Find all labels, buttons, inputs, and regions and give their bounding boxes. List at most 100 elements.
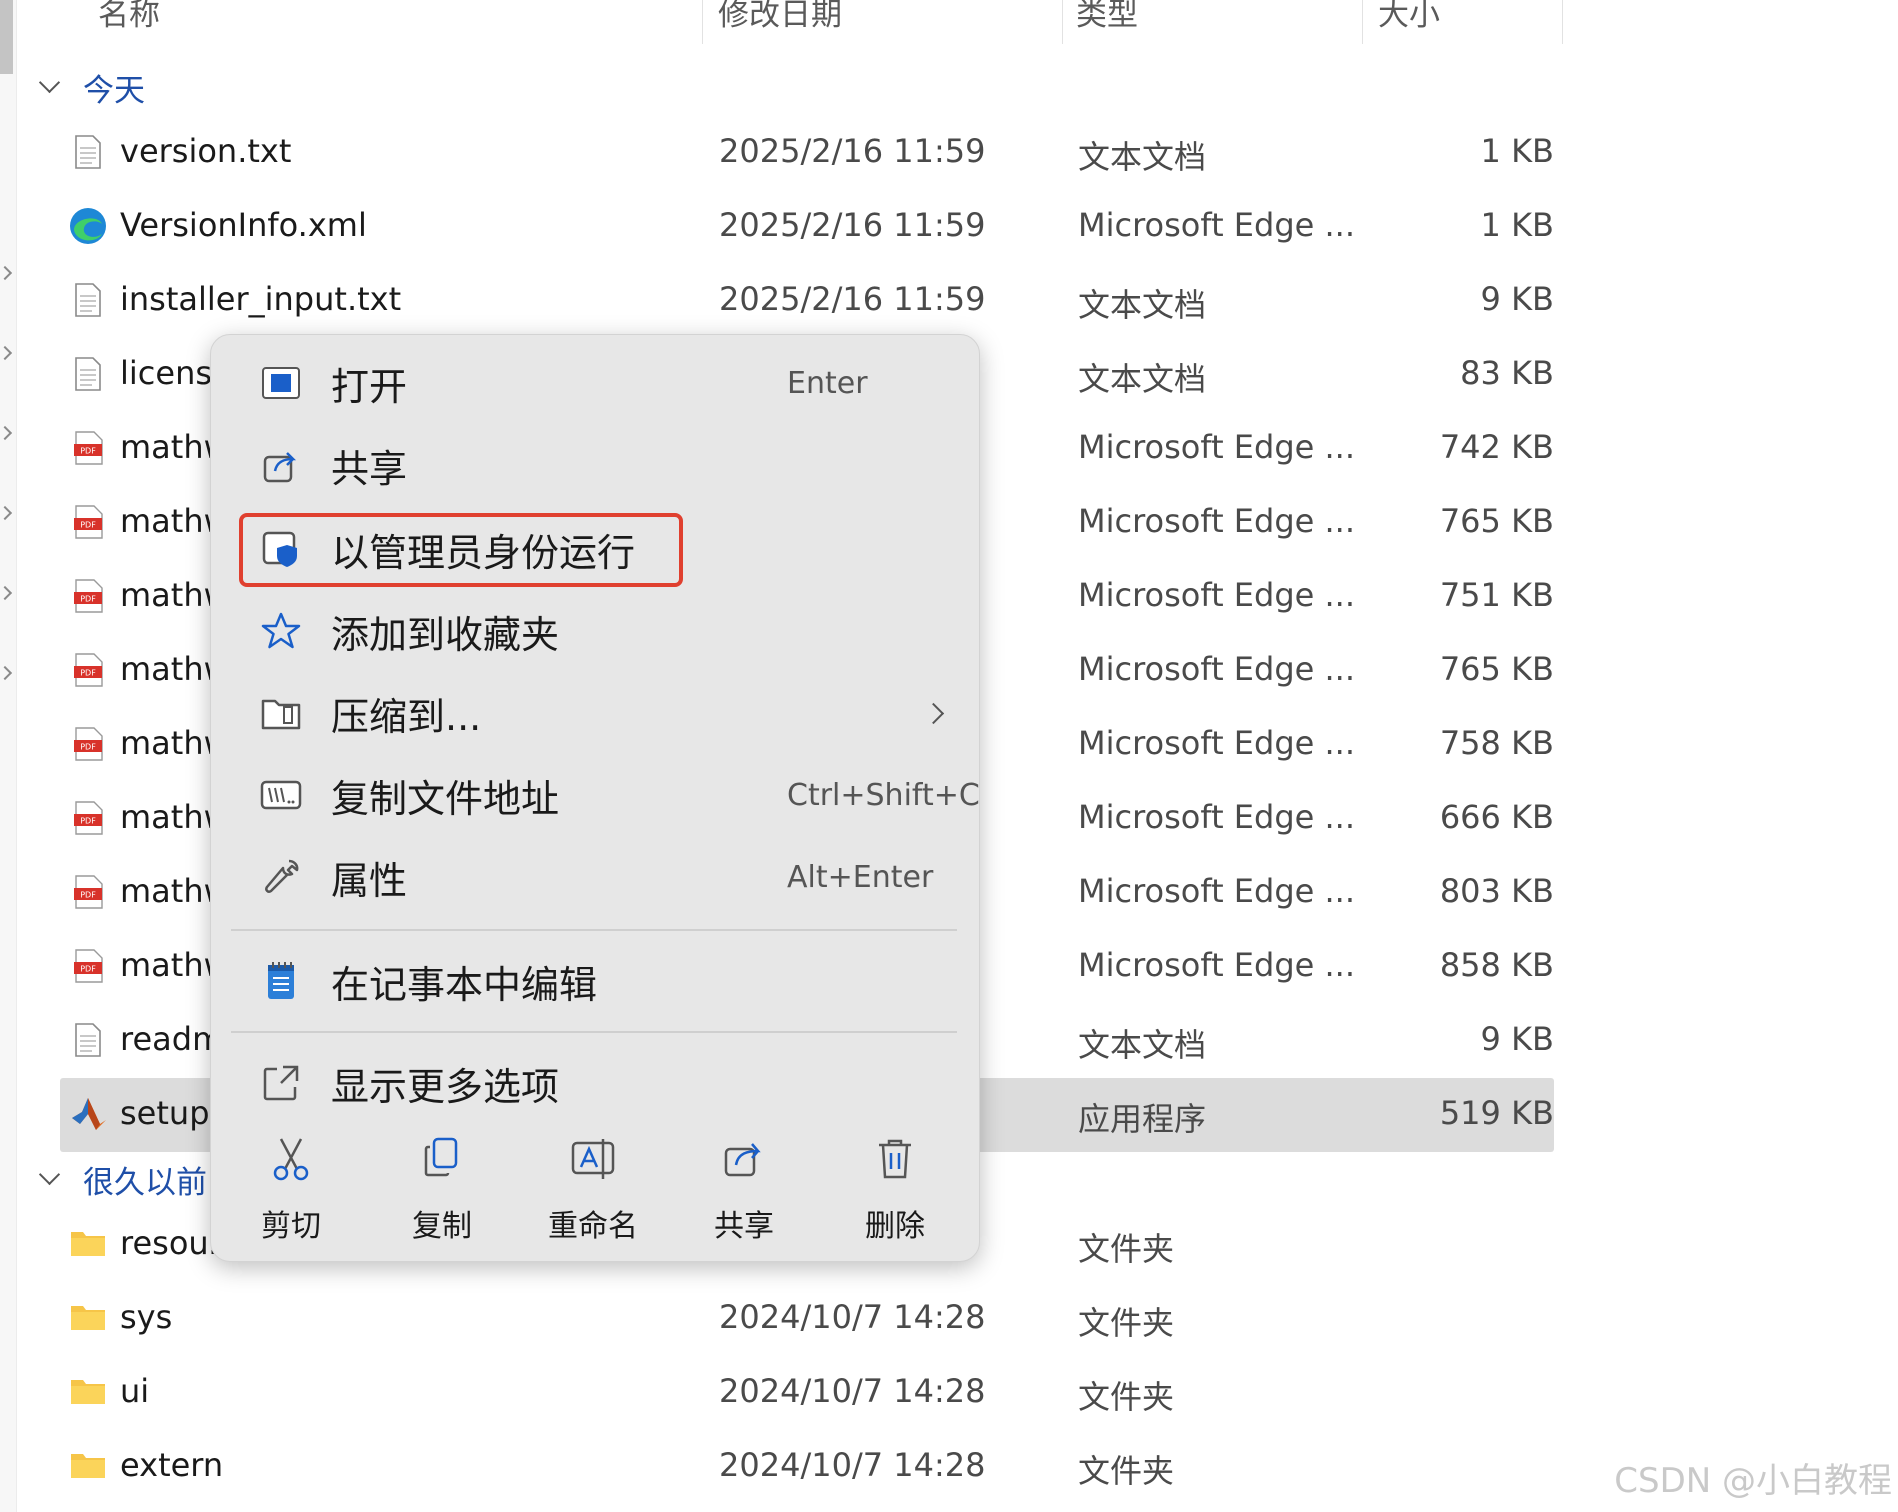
file-name: ui (120, 1372, 150, 1410)
group-header-long-ago[interactable]: 很久以前 (38, 1154, 207, 1204)
column-header-type[interactable]: 类型 (1076, 0, 1138, 44)
pdf-icon: PDF (74, 800, 103, 836)
nav-expand-icon[interactable] (0, 345, 13, 361)
file-date: 2024/10/7 14:28 (719, 1446, 986, 1484)
menu-item-show-more-options[interactable]: 显示更多选项 (227, 1049, 963, 1117)
action-cut-button[interactable]: 剪切 (231, 1135, 351, 1245)
pdf-icon: PDF (74, 652, 103, 688)
svg-text:PDF: PDF (80, 743, 96, 752)
file-name: sys (120, 1298, 173, 1336)
chevron-down-icon (38, 71, 61, 93)
menu-item-label: 打开 (331, 364, 408, 409)
matlab-icon (68, 1094, 106, 1130)
open-app-icon (259, 361, 303, 405)
pdf-icon: PDF (74, 430, 103, 466)
action-label: 复制 (412, 1209, 472, 1244)
menu-item-label: 复制文件地址 (331, 776, 560, 821)
menu-item-compress-to[interactable]: 压缩到... (227, 679, 963, 747)
context-menu: 打开 Enter 共享 以管理员身份运行 添加到收藏夹 压缩到... 复制文件地… (210, 334, 980, 1262)
action-rename-button[interactable]: 重命名 (533, 1135, 653, 1245)
text-file-icon (74, 1022, 102, 1058)
column-divider[interactable] (1062, 0, 1063, 44)
copy-icon (418, 1135, 466, 1183)
file-size: 758 KB (1439, 724, 1554, 762)
file-name: setup. (120, 1094, 220, 1132)
folder-icon (70, 1376, 105, 1412)
run-as-admin-shield-icon (259, 527, 303, 571)
pdf-icon: PDF (74, 578, 103, 614)
menu-item-shortcut: Ctrl+Shift+C (787, 777, 980, 813)
action-delete-button[interactable]: 删除 (835, 1135, 955, 1245)
file-size: 9 KB (1480, 280, 1554, 318)
nav-expand-icon[interactable] (0, 585, 13, 601)
file-type: 文本文档 (1078, 1026, 1207, 1064)
action-share-button[interactable]: 共享 (684, 1135, 804, 1245)
menu-item-label: 共享 (331, 446, 408, 491)
menu-item-run-as-admin[interactable]: 以管理员身份运行 (227, 515, 963, 583)
menu-item-share[interactable]: 共享 (227, 431, 963, 499)
nav-expand-icon[interactable] (0, 425, 13, 441)
folder-icon (70, 1228, 105, 1264)
share-icon (259, 443, 303, 487)
file-size: 9 KB (1480, 1020, 1554, 1058)
menu-item-label: 属性 (331, 858, 408, 903)
file-size: 519 KB (1439, 1094, 1554, 1132)
file-name: readm (120, 1020, 224, 1058)
action-label: 共享 (714, 1209, 774, 1244)
svg-text:PDF: PDF (80, 595, 96, 604)
chevron-down-icon (38, 1163, 61, 1185)
folder-icon (70, 1450, 105, 1486)
file-size: 858 KB (1439, 946, 1554, 984)
wrench-icon (259, 855, 303, 899)
menu-item-properties[interactable]: 属性 Alt+Enter (227, 843, 963, 911)
file-row[interactable]: version.txt 2025/2/16 11:59 文本文档 1 KB (60, 116, 1554, 190)
menu-item-label: 显示更多选项 (331, 1064, 560, 1109)
edge-icon (68, 206, 106, 244)
nav-expand-icon[interactable] (0, 665, 13, 681)
file-size: 751 KB (1439, 576, 1554, 614)
svg-text:PDF: PDF (80, 817, 96, 826)
file-row[interactable]: sys 2024/10/7 14:28 文件夹 (60, 1282, 1554, 1356)
menu-item-add-favorites[interactable]: 添加到收藏夹 (227, 597, 963, 665)
column-divider[interactable] (1562, 0, 1563, 44)
text-file-icon (74, 356, 102, 392)
file-size: 742 KB (1439, 428, 1554, 466)
file-date: 2024/10/7 14:28 (719, 1298, 986, 1336)
menu-item-label: 添加到收藏夹 (331, 612, 560, 657)
column-divider[interactable] (702, 0, 703, 44)
file-date: 2025/2/16 11:59 (719, 206, 986, 244)
column-header-name[interactable]: 名称 (98, 0, 160, 44)
svg-text:PDF: PDF (80, 891, 96, 900)
column-header-date[interactable]: 修改日期 (718, 0, 842, 44)
nav-expand-icon[interactable] (0, 265, 13, 281)
text-file-icon (74, 282, 102, 318)
file-row[interactable]: ui 2024/10/7 14:28 文件夹 (60, 1356, 1554, 1430)
action-copy-button[interactable]: 复制 (382, 1135, 502, 1245)
column-divider[interactable] (1362, 0, 1363, 44)
file-size: 1 KB (1480, 206, 1554, 244)
pdf-icon: PDF (74, 948, 103, 984)
file-name: VersionInfo.xml (120, 206, 367, 244)
nav-expand-icon[interactable] (0, 505, 13, 521)
more-options-icon (259, 1061, 303, 1105)
file-row[interactable]: extern 2024/10/7 14:28 文件夹 (60, 1430, 1554, 1504)
file-size: 765 KB (1439, 502, 1554, 540)
file-row[interactable]: VersionInfo.xml 2025/2/16 11:59 Microsoft … (60, 190, 1554, 264)
file-date: 2024/10/7 14:28 (719, 1372, 986, 1410)
file-row[interactable]: installer_input.txt 2025/2/16 11:59 文本文档 9 … (60, 264, 1554, 338)
file-size: 803 KB (1439, 872, 1554, 910)
file-name: version.txt (120, 132, 292, 170)
menu-item-label: 在记事本中编辑 (331, 962, 598, 1007)
column-header-size[interactable]: 大小 (1378, 0, 1440, 44)
file-type: 文本文档 (1078, 286, 1207, 324)
menu-item-edit-notepad[interactable]: 在记事本中编辑 (227, 947, 963, 1015)
navigation-pane-edge (0, 0, 17, 1512)
menu-item-copy-path[interactable]: 复制文件地址 Ctrl+Shift+C (227, 761, 980, 829)
menu-item-label: 以管理员身份运行 (331, 530, 636, 575)
menu-divider (231, 929, 957, 931)
svg-text:PDF: PDF (80, 669, 96, 678)
menu-item-open[interactable]: 打开 Enter (227, 349, 963, 417)
cut-icon (267, 1135, 315, 1183)
menu-item-shortcut: Enter (787, 365, 868, 401)
group-header-today[interactable]: 今天 (38, 62, 145, 112)
